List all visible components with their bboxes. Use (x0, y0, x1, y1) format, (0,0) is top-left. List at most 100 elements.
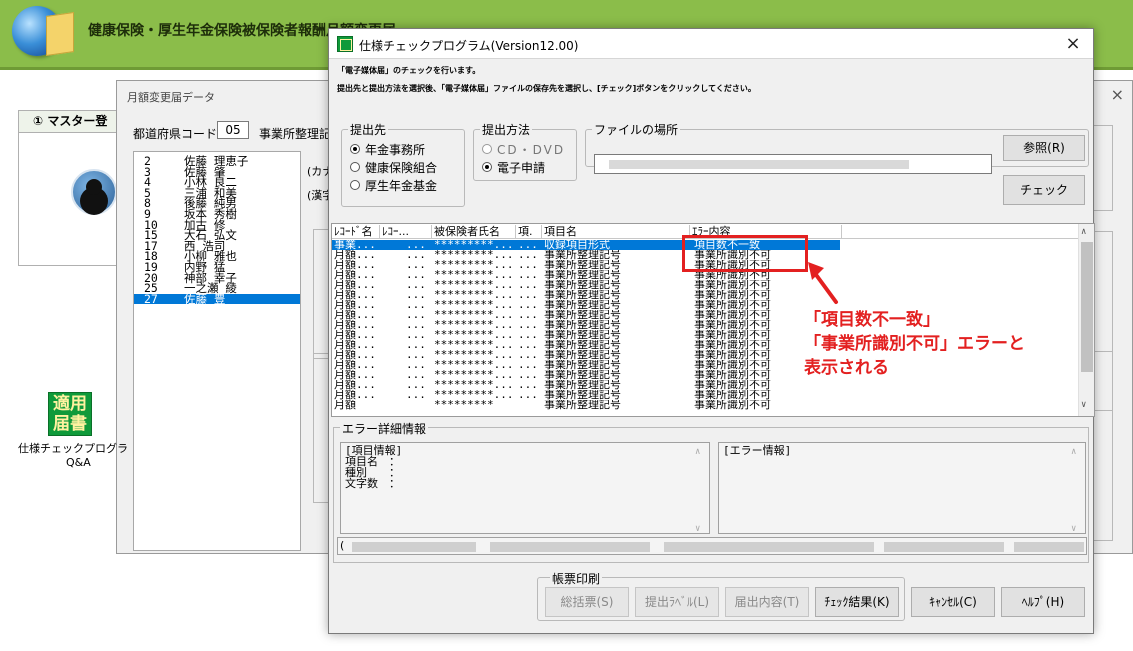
cell-iname: 事業所整理記号 (544, 390, 621, 400)
cell-iname: 事業所整理記号 (544, 280, 621, 290)
radio-checked-icon (482, 162, 492, 172)
cell-code: ... (406, 290, 426, 300)
item-info-scrollbar[interactable]: ∧ ∨ (695, 447, 707, 534)
table-row[interactable]: 月額...... *********...... 事業所整理記号 事業所識別不可 (332, 290, 1080, 300)
status-bracket: ( (340, 539, 345, 552)
browse-button[interactable]: 参照(R) (1003, 135, 1085, 161)
file-path-input[interactable] (594, 154, 992, 174)
cell-err: 事業所識別不可 (694, 390, 771, 400)
radio-e-application[interactable]: 電子申請 (482, 158, 576, 176)
radio-pension-fund[interactable]: 厚生年金基金 (350, 176, 464, 194)
cell-rec: 事業... (334, 240, 376, 250)
cell-iname: 収録項目形式 (544, 240, 610, 250)
instruction-line-2: 提出先と提出方法を選択後、「電子媒体届」ファイルの保存先を選択し、[チェック]ボ… (337, 84, 756, 93)
col-item-no[interactable]: 項. (516, 225, 542, 239)
cell-item: ... (518, 260, 538, 270)
cell-iname: 事業所整理記号 (544, 270, 621, 280)
check-result-button[interactable]: ﾁｪｯｸ結果(K) (815, 587, 899, 617)
cancel-button[interactable]: ｷｬﾝｾﾙ(C) (911, 587, 995, 617)
cell-ins: *********... (434, 340, 514, 350)
table-row[interactable]: 月額...... *********...... 事業所整理記号 事業所識別不可 (332, 380, 1080, 390)
cell-item: ... (518, 350, 538, 360)
cell-item: ... (518, 390, 538, 400)
cell-rec: 月額... (334, 330, 376, 340)
bg-frame (1093, 125, 1113, 211)
folder-icon (46, 12, 74, 56)
cell-ins: *********... (434, 370, 514, 380)
cell-item: ... (518, 320, 538, 330)
col-record-name[interactable]: ﾚｺｰﾄﾞ名 (332, 225, 380, 239)
cell-iname: 事業所整理記号 (544, 260, 621, 270)
radio-unchecked-icon (350, 162, 360, 172)
cell-iname: 事業所整理記号 (544, 330, 621, 340)
bg-close-icon[interactable]: × (1111, 85, 1124, 104)
submit-method-legend: 提出方法 (482, 123, 531, 137)
cell-rec: 月額 (334, 400, 356, 410)
cell-rec: 月額... (334, 350, 376, 360)
scroll-down-icon[interactable]: ∨ (1081, 400, 1086, 410)
master-panel: ① マスター登 (18, 110, 118, 266)
spec-check-program-label[interactable]: 仕様チェックプログラ Q&A (18, 442, 128, 470)
cell-err: 事業所識別不可 (694, 400, 771, 410)
cell-code: ... (406, 370, 426, 380)
scroll-thumb[interactable] (1081, 242, 1093, 372)
cell-item: ... (518, 310, 538, 320)
report-content-button[interactable]: 届出内容(T) (725, 587, 809, 617)
cell-rec: 月額... (334, 310, 376, 320)
table-row[interactable]: 月額...... *********...... 事業所整理記号 事業所識別不可 (332, 390, 1080, 400)
cell-code: ... (406, 350, 426, 360)
cell-item: ... (518, 380, 538, 390)
spec-check-program-icon[interactable]: 適用 届書 (48, 392, 92, 436)
cell-code: ... (406, 270, 426, 280)
blurred-text (1014, 542, 1084, 552)
cell-rec: 月額... (334, 320, 376, 330)
person-list-item[interactable]: 27 佐藤 豊 (134, 293, 300, 304)
cell-code: ... (406, 360, 426, 370)
help-button[interactable]: ﾍﾙﾌﾟ(H) (1001, 587, 1085, 617)
result-list-scrollbar[interactable]: ∧ ∨ (1078, 224, 1094, 416)
cell-item: ... (518, 370, 538, 380)
error-info-scrollbar[interactable]: ∧ ∨ (1071, 447, 1083, 534)
error-info-box[interactable]: [エラー情報] ∧ ∨ (718, 442, 1086, 534)
cell-item: ... (518, 250, 538, 260)
cell-ins: *********... (434, 310, 514, 320)
cell-rec: 月額... (334, 280, 376, 290)
error-detail-legend: エラー詳細情報 (340, 420, 429, 437)
cell-iname: 事業所整理記号 (544, 370, 621, 380)
table-row[interactable]: 月額...... *********...... 事業所整理記号 事業所識別不可 (332, 280, 1080, 290)
check-button[interactable]: チェック (1003, 175, 1085, 205)
bg-window-title: 月額変更届データ (127, 91, 215, 104)
cell-code: ... (406, 310, 426, 320)
cell-iname: 事業所整理記号 (544, 290, 621, 300)
radio-pension-office[interactable]: 年金事務所 (350, 140, 464, 158)
col-item-name[interactable]: 項目名 (542, 225, 690, 239)
table-row[interactable]: 月額 ********* 事業所整理記号 事業所識別不可 (332, 400, 1080, 410)
cell-code: ... (406, 340, 426, 350)
user-avatar-icon[interactable] (71, 169, 117, 215)
summary-sheet-button[interactable]: 総括票(S) (545, 587, 629, 617)
insured-person-list[interactable]: 2 佐藤 理恵子 3 佐藤 肇 4 小林 良二 5 三浦 和美 8 後藤 純男 9 坂本 秀樹 10 加古… (133, 151, 301, 551)
cell-code: ... (406, 300, 426, 310)
item-info-box[interactable]: [項目情報] 項目名 ： 種別 ： 文字数 ： ∧ ∨ (340, 442, 710, 534)
submit-to-group: 提出先 年金事務所 健康保険組合 厚生年金基金 (341, 121, 465, 207)
cell-item: ... (518, 330, 538, 340)
col-insured-name[interactable]: 被保険者氏名 (432, 225, 516, 239)
cell-ins: *********... (434, 270, 514, 280)
scroll-up-icon[interactable]: ∧ (1081, 227, 1086, 237)
bg-frame (1093, 351, 1113, 541)
cell-item: ... (518, 240, 538, 250)
cell-ins: ********* (434, 400, 494, 410)
submit-label-button[interactable]: 提出ﾗﾍﾞﾙ(L) (635, 587, 719, 617)
cell-code: ... (406, 240, 426, 250)
blurred-text (490, 542, 650, 552)
col-record-code[interactable]: ﾚｺｰ... (380, 225, 432, 239)
cell-rec: 月額... (334, 370, 376, 380)
cell-iname: 事業所整理記号 (544, 350, 621, 360)
pref-code-field[interactable]: 05 (217, 121, 249, 139)
cell-rec: 月額... (334, 250, 376, 260)
close-icon[interactable]: × (1059, 31, 1087, 57)
radio-cd-dvd[interactable]: CD・DVD (482, 140, 576, 158)
radio-health-union[interactable]: 健康保険組合 (350, 158, 464, 176)
cell-err: 事業所識別不可 (694, 380, 771, 390)
dialog-titlebar[interactable]: 仕様チェックプログラム(Version12.00) × (329, 29, 1093, 59)
